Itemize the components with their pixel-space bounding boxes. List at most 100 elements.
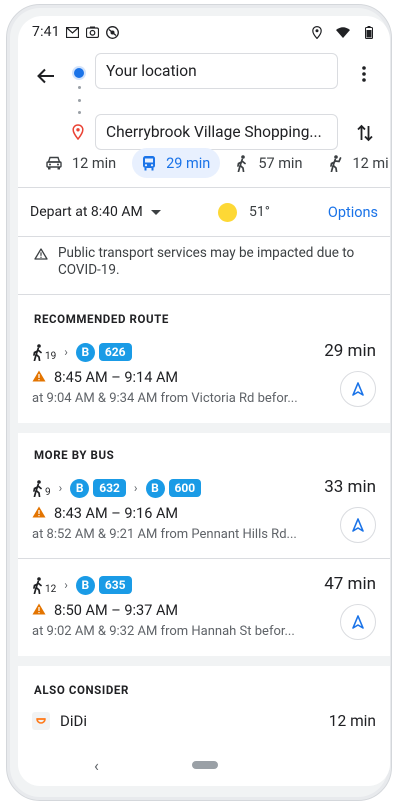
tab-rideshare-label: 12 mi — [352, 154, 389, 172]
route-time-range: 8:50 AM – 9:37 AM — [54, 602, 179, 619]
walk-minutes: 12 — [45, 583, 57, 595]
navigation-arrow-icon — [352, 382, 364, 396]
route-steps: 9 › B 632 › B 600 — [32, 475, 202, 501]
didi-logo-icon — [32, 712, 50, 730]
tab-transit[interactable]: 29 min — [132, 148, 221, 178]
divider — [18, 236, 390, 237]
warning-icon — [32, 505, 46, 522]
route-departure-info: at 9:04 AM & 9:34 AM from Victoria Rd be… — [32, 391, 298, 406]
route-times: 8:43 AM – 9:16 AM — [32, 505, 178, 522]
tab-walking-label: 57 min — [258, 154, 303, 172]
bus-route-number: 635 — [98, 576, 132, 594]
route-steps: 19 › B 626 — [32, 339, 132, 365]
tab-driving[interactable]: 12 min — [36, 148, 126, 178]
route-connector — [77, 86, 81, 114]
swap-locations-button[interactable] — [352, 120, 378, 146]
bus-route-card[interactable]: 12 › B 635 47 min 8:50 AM – 9:37 AM at 9… — [18, 572, 390, 644]
navigation-arrow-icon — [352, 615, 364, 629]
tab-rideshare[interactable]: 12 mi — [318, 148, 390, 178]
options-button[interactable]: Options — [328, 204, 378, 221]
bus-badge: B 600 — [145, 478, 202, 498]
navigate-button[interactable] — [340, 507, 376, 543]
depart-row: Depart at 8:40 AM 51° Options — [18, 192, 390, 232]
status-bar: 7:41 — [18, 16, 390, 48]
back-button[interactable] — [32, 62, 60, 90]
more-options-button[interactable] — [352, 60, 376, 88]
walk-icon — [237, 154, 247, 172]
chevron-right-icon: › — [64, 578, 68, 592]
photo-icon — [86, 25, 100, 39]
bus-icon: B — [75, 342, 95, 362]
route-departure-info: at 9:02 AM & 9:32 AM from Hannah St befo… — [32, 624, 295, 639]
route-time-range: 8:45 AM – 9:14 AM — [54, 369, 179, 386]
walk-icon — [33, 343, 42, 361]
system-home-button[interactable] — [192, 761, 218, 769]
origin-input[interactable]: Your location — [95, 53, 338, 89]
navigate-button[interactable] — [340, 604, 376, 640]
location-status-icon — [310, 25, 324, 39]
origin-input-text: Your location — [106, 62, 197, 80]
warning-icon — [32, 602, 46, 619]
depart-time-label: Depart at 8:40 AM — [30, 204, 143, 220]
wifi-icon — [336, 25, 350, 39]
alert-text: Public transport services may be impacte… — [58, 245, 355, 278]
directions-header: Your location Cherrybrook Village Shoppi… — [18, 48, 390, 158]
walk-step: 9 — [32, 479, 51, 498]
temperature: 51° — [249, 204, 270, 220]
travel-mode-tabs: 12 min 29 min 57 min 12 mi — [18, 144, 390, 182]
route-times: 8:45 AM – 9:14 AM — [32, 369, 178, 386]
section-separator — [18, 423, 390, 433]
walk-icon — [33, 479, 42, 497]
tab-walking[interactable]: 57 min — [226, 148, 312, 178]
dropdown-caret-icon — [150, 209, 161, 215]
tab-driving-label: 12 min — [72, 154, 117, 172]
walk-icon — [33, 576, 42, 594]
depart-time-selector[interactable]: Depart at 8:40 AM — [30, 204, 161, 220]
gmail-icon — [66, 25, 80, 39]
walk-minutes: 19 — [45, 350, 57, 362]
route-time-range: 8:43 AM – 9:16 AM — [54, 505, 179, 522]
divider — [18, 558, 390, 559]
recommended-route-title: RECOMMENDED ROUTE — [34, 312, 169, 326]
swap-vert-icon — [357, 124, 373, 142]
bus-route-card[interactable]: 9 › B 632 › B 600 33 min 8:43 AM – 9:16 … — [18, 475, 390, 547]
screen: 7:41 Your location Cherrybrook Village S… — [18, 16, 390, 786]
sunny-icon — [218, 202, 237, 222]
also-consider-title: ALSO CONSIDER — [34, 683, 129, 697]
car-icon — [46, 156, 62, 170]
route-duration: 47 min — [324, 574, 376, 594]
bus-route-number: 632 — [93, 479, 126, 497]
section-separator — [18, 656, 390, 666]
bus-icon: B — [75, 575, 95, 595]
weather: 51° — [218, 202, 270, 222]
divider — [18, 294, 390, 295]
bus-icon: B — [70, 478, 90, 498]
covid-alert[interactable]: Public transport services may be impacte… — [18, 245, 390, 293]
bus-badge: B 632 — [70, 478, 126, 498]
tab-transit-label: 29 min — [166, 154, 211, 172]
warning-outline-icon — [34, 248, 48, 265]
route-duration: 29 min — [324, 341, 376, 361]
origin-dot-icon — [74, 68, 84, 78]
navigate-button[interactable] — [340, 371, 376, 407]
system-navigation-bar: ‹ — [18, 746, 390, 786]
bus-badge: B 635 — [75, 575, 132, 595]
destination-input-text: Cherrybrook Village Shopping... — [106, 123, 322, 141]
route-times: 8:50 AM – 9:37 AM — [32, 602, 178, 619]
divider — [18, 187, 390, 188]
arrow-back-icon — [37, 68, 54, 84]
walk-minutes: 9 — [45, 486, 51, 498]
bus-badge: B 626 — [75, 342, 132, 362]
bus-route-number: 626 — [98, 343, 132, 361]
recommended-route-card[interactable]: 19 › B 626 29 min 8:45 AM – 9:14 AM at 9… — [18, 339, 390, 411]
chevron-right-icon: › — [58, 481, 63, 495]
battery-icon — [362, 25, 376, 39]
transit-icon — [143, 156, 156, 171]
system-back-button[interactable]: ‹ — [94, 756, 99, 775]
didi-name: DiDi — [60, 712, 87, 730]
didi-option[interactable]: DiDi 12 min — [18, 706, 390, 736]
walk-step: 19 — [32, 343, 57, 362]
walk-step: 12 — [32, 576, 57, 595]
warning-icon — [32, 369, 46, 386]
bus-icon: B — [145, 478, 165, 498]
